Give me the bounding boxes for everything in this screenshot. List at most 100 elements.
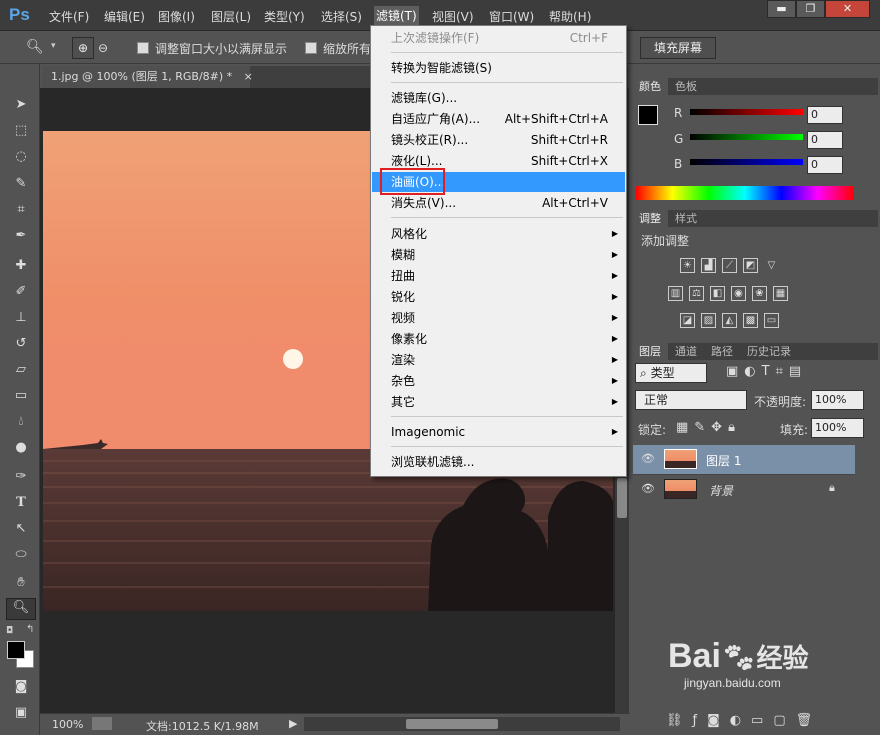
blur-tool-icon[interactable]: 💧︎ <box>12 413 30 431</box>
layer-actions[interactable]: ⛓ƒ◙◐▭▢🗑︎ <box>666 713 822 728</box>
menu-item-browse-online[interactable]: 浏览联机滤镜... <box>372 452 625 472</box>
b-slider[interactable] <box>690 159 803 165</box>
tab-adjustments[interactable]: 调整 <box>632 210 668 227</box>
crop-tool-icon[interactable]: ⌗ <box>12 201 30 219</box>
menu-item-imagenomic[interactable]: Imagenomic ▶ <box>372 422 625 442</box>
menu-layer[interactable]: 图层(L) <box>211 8 251 25</box>
gradient-map-icon[interactable]: ▭ <box>764 313 779 328</box>
tab-color[interactable]: 颜色 <box>632 78 668 95</box>
chevron-down-icon[interactable]: ▾ <box>51 41 56 51</box>
menu-item-sharpen[interactable]: 锐化 ▶ <box>372 287 625 307</box>
posterize-icon[interactable]: ▨ <box>701 313 716 328</box>
quick-select-tool-icon[interactable]: ✎ <box>12 175 30 193</box>
r-slider[interactable] <box>690 109 803 115</box>
tab-paths[interactable]: 路径 <box>704 343 740 360</box>
swap-colors-icon[interactable]: ↰ <box>26 624 34 635</box>
color-balance-icon[interactable]: ⚖ <box>689 286 704 301</box>
lock-icons[interactable]: ▦✎✥🔒︎ <box>676 420 741 435</box>
visibility-eye-icon[interactable]: 👁︎ <box>641 452 655 465</box>
resize-windows-checkbox[interactable] <box>137 42 149 54</box>
menu-image[interactable]: 图像(I) <box>158 8 195 25</box>
layer-filter-select[interactable]: ⌕ 类型 <box>635 363 707 383</box>
gradient-tool-icon[interactable]: ▭ <box>12 387 30 405</box>
visibility-eye-icon[interactable]: 👁︎ <box>641 482 655 495</box>
zoom-tool-icon[interactable]: 🔍︎ <box>26 39 44 55</box>
exposure-icon[interactable]: ◩ <box>743 258 758 273</box>
photo-filter-icon[interactable]: ◉ <box>731 286 746 301</box>
channel-mixer-icon[interactable]: ❀ <box>752 286 767 301</box>
foreground-color-swatch[interactable] <box>7 641 25 659</box>
healing-brush-tool-icon[interactable]: ✚ <box>12 257 30 275</box>
hand-tool-icon[interactable]: ✋︎ <box>12 574 30 592</box>
history-brush-tool-icon[interactable]: ↺ <box>12 335 30 353</box>
minimize-button[interactable]: ▬ <box>767 0 796 18</box>
threshold-icon[interactable]: ◭ <box>722 313 737 328</box>
fill-screen-button[interactable]: 填充屏幕 <box>640 37 716 59</box>
b-value-input[interactable]: 0 <box>807 156 843 174</box>
r-value-input[interactable]: 0 <box>807 106 843 124</box>
menu-item-pixelate[interactable]: 像素化 ▶ <box>372 329 625 349</box>
menu-file[interactable]: 文件(F) <box>49 8 89 25</box>
status-menu-icon[interactable]: ▶ <box>289 717 297 730</box>
g-slider[interactable] <box>690 134 803 140</box>
layer-name[interactable]: 图层 1 <box>706 452 741 469</box>
layer-filter-icons[interactable]: ▣◐T⌗▤ <box>726 364 836 379</box>
zoom-all-checkbox[interactable] <box>305 42 317 54</box>
screen-mode-icon[interactable]: ▣ <box>12 704 30 722</box>
menu-item-smart-filter[interactable]: 转换为智能滤镜(S) <box>372 58 625 78</box>
document-tab[interactable]: 1.jpg @ 100% (图层 1, RGB/8#) * × <box>42 66 253 88</box>
layer-name[interactable]: 背景 <box>709 482 733 499</box>
tab-channels[interactable]: 通道 <box>668 343 704 360</box>
selective-color-icon[interactable]: ▩ <box>743 313 758 328</box>
eraser-tool-icon[interactable]: ▱ <box>12 361 30 379</box>
color-spectrum[interactable] <box>636 186 854 200</box>
menu-item-stylize[interactable]: 风格化 ▶ <box>372 224 625 244</box>
tab-layers[interactable]: 图层 <box>632 343 668 360</box>
color-lookup-icon[interactable]: ▦ <box>773 286 788 301</box>
menu-item-adaptive-wide-angle[interactable]: 自适应广角(A)... Alt+Shift+Ctrl+A <box>372 109 625 129</box>
eyedropper-tool-icon[interactable]: ✒ <box>12 227 30 245</box>
menu-help[interactable]: 帮助(H) <box>549 8 591 25</box>
menu-window[interactable]: 窗口(W) <box>489 8 534 25</box>
dodge-tool-icon[interactable]: ● <box>12 439 30 457</box>
brush-tool-icon[interactable]: ✐ <box>12 283 30 301</box>
brightness-icon[interactable]: ☀ <box>680 258 695 273</box>
menu-edit[interactable]: 编辑(E) <box>104 8 145 25</box>
default-colors-icon[interactable]: ◘ <box>6 626 13 636</box>
zoom-level[interactable]: 100% <box>52 718 83 731</box>
close-tab-icon[interactable]: × <box>244 70 253 83</box>
zoom-out-icon[interactable]: ⊖ <box>98 41 108 55</box>
h-scroll-thumb[interactable] <box>406 719 498 729</box>
marquee-tool-icon[interactable]: ⬚ <box>12 122 30 140</box>
path-select-tool-icon[interactable]: ↖ <box>12 520 30 538</box>
layer-row-background[interactable]: 👁︎ 背景 🔒︎ <box>633 474 855 503</box>
close-button[interactable]: ✕ <box>825 0 870 18</box>
g-value-input[interactable]: 0 <box>807 131 843 149</box>
blend-mode-select[interactable]: 正常 <box>635 390 747 410</box>
scroll-thumb[interactable] <box>617 478 627 518</box>
bw-icon[interactable]: ◧ <box>710 286 725 301</box>
ellipse-tool-icon[interactable]: ⬭ <box>12 546 30 564</box>
menu-select[interactable]: 选择(S) <box>321 8 362 25</box>
menu-item-noise[interactable]: 杂色 ▶ <box>372 371 625 391</box>
tab-styles[interactable]: 样式 <box>668 210 704 227</box>
quick-mask-icon[interactable]: ◙ <box>12 678 30 696</box>
hue-sat-icon[interactable]: ▥ <box>668 286 683 301</box>
pen-tool-icon[interactable]: ✑ <box>12 468 30 486</box>
menu-type[interactable]: 类型(Y) <box>264 8 305 25</box>
lasso-tool-icon[interactable]: ◌ <box>12 148 30 166</box>
vibrance-icon[interactable]: ▽ <box>764 259 779 274</box>
stamp-tool-icon[interactable]: ⊥ <box>12 309 30 327</box>
levels-icon[interactable]: ▟ <box>701 258 716 273</box>
menu-item-video[interactable]: 视频 ▶ <box>372 308 625 328</box>
restore-button[interactable]: ❐ <box>796 0 825 18</box>
curves-icon[interactable]: ⟋ <box>722 258 737 273</box>
menu-item-filter-gallery[interactable]: 滤镜库(G)... <box>372 88 625 108</box>
menu-item-blur[interactable]: 模糊 ▶ <box>372 245 625 265</box>
zoom-in-icon[interactable]: ⊕ <box>72 37 94 59</box>
menu-item-vanishing-point[interactable]: 消失点(V)... Alt+Ctrl+V <box>372 193 625 213</box>
type-tool-icon[interactable]: T <box>12 494 30 512</box>
menu-item-other[interactable]: 其它 ▶ <box>372 392 625 412</box>
color-foreground-swatch[interactable] <box>638 105 658 125</box>
tab-swatches[interactable]: 色板 <box>668 78 704 95</box>
